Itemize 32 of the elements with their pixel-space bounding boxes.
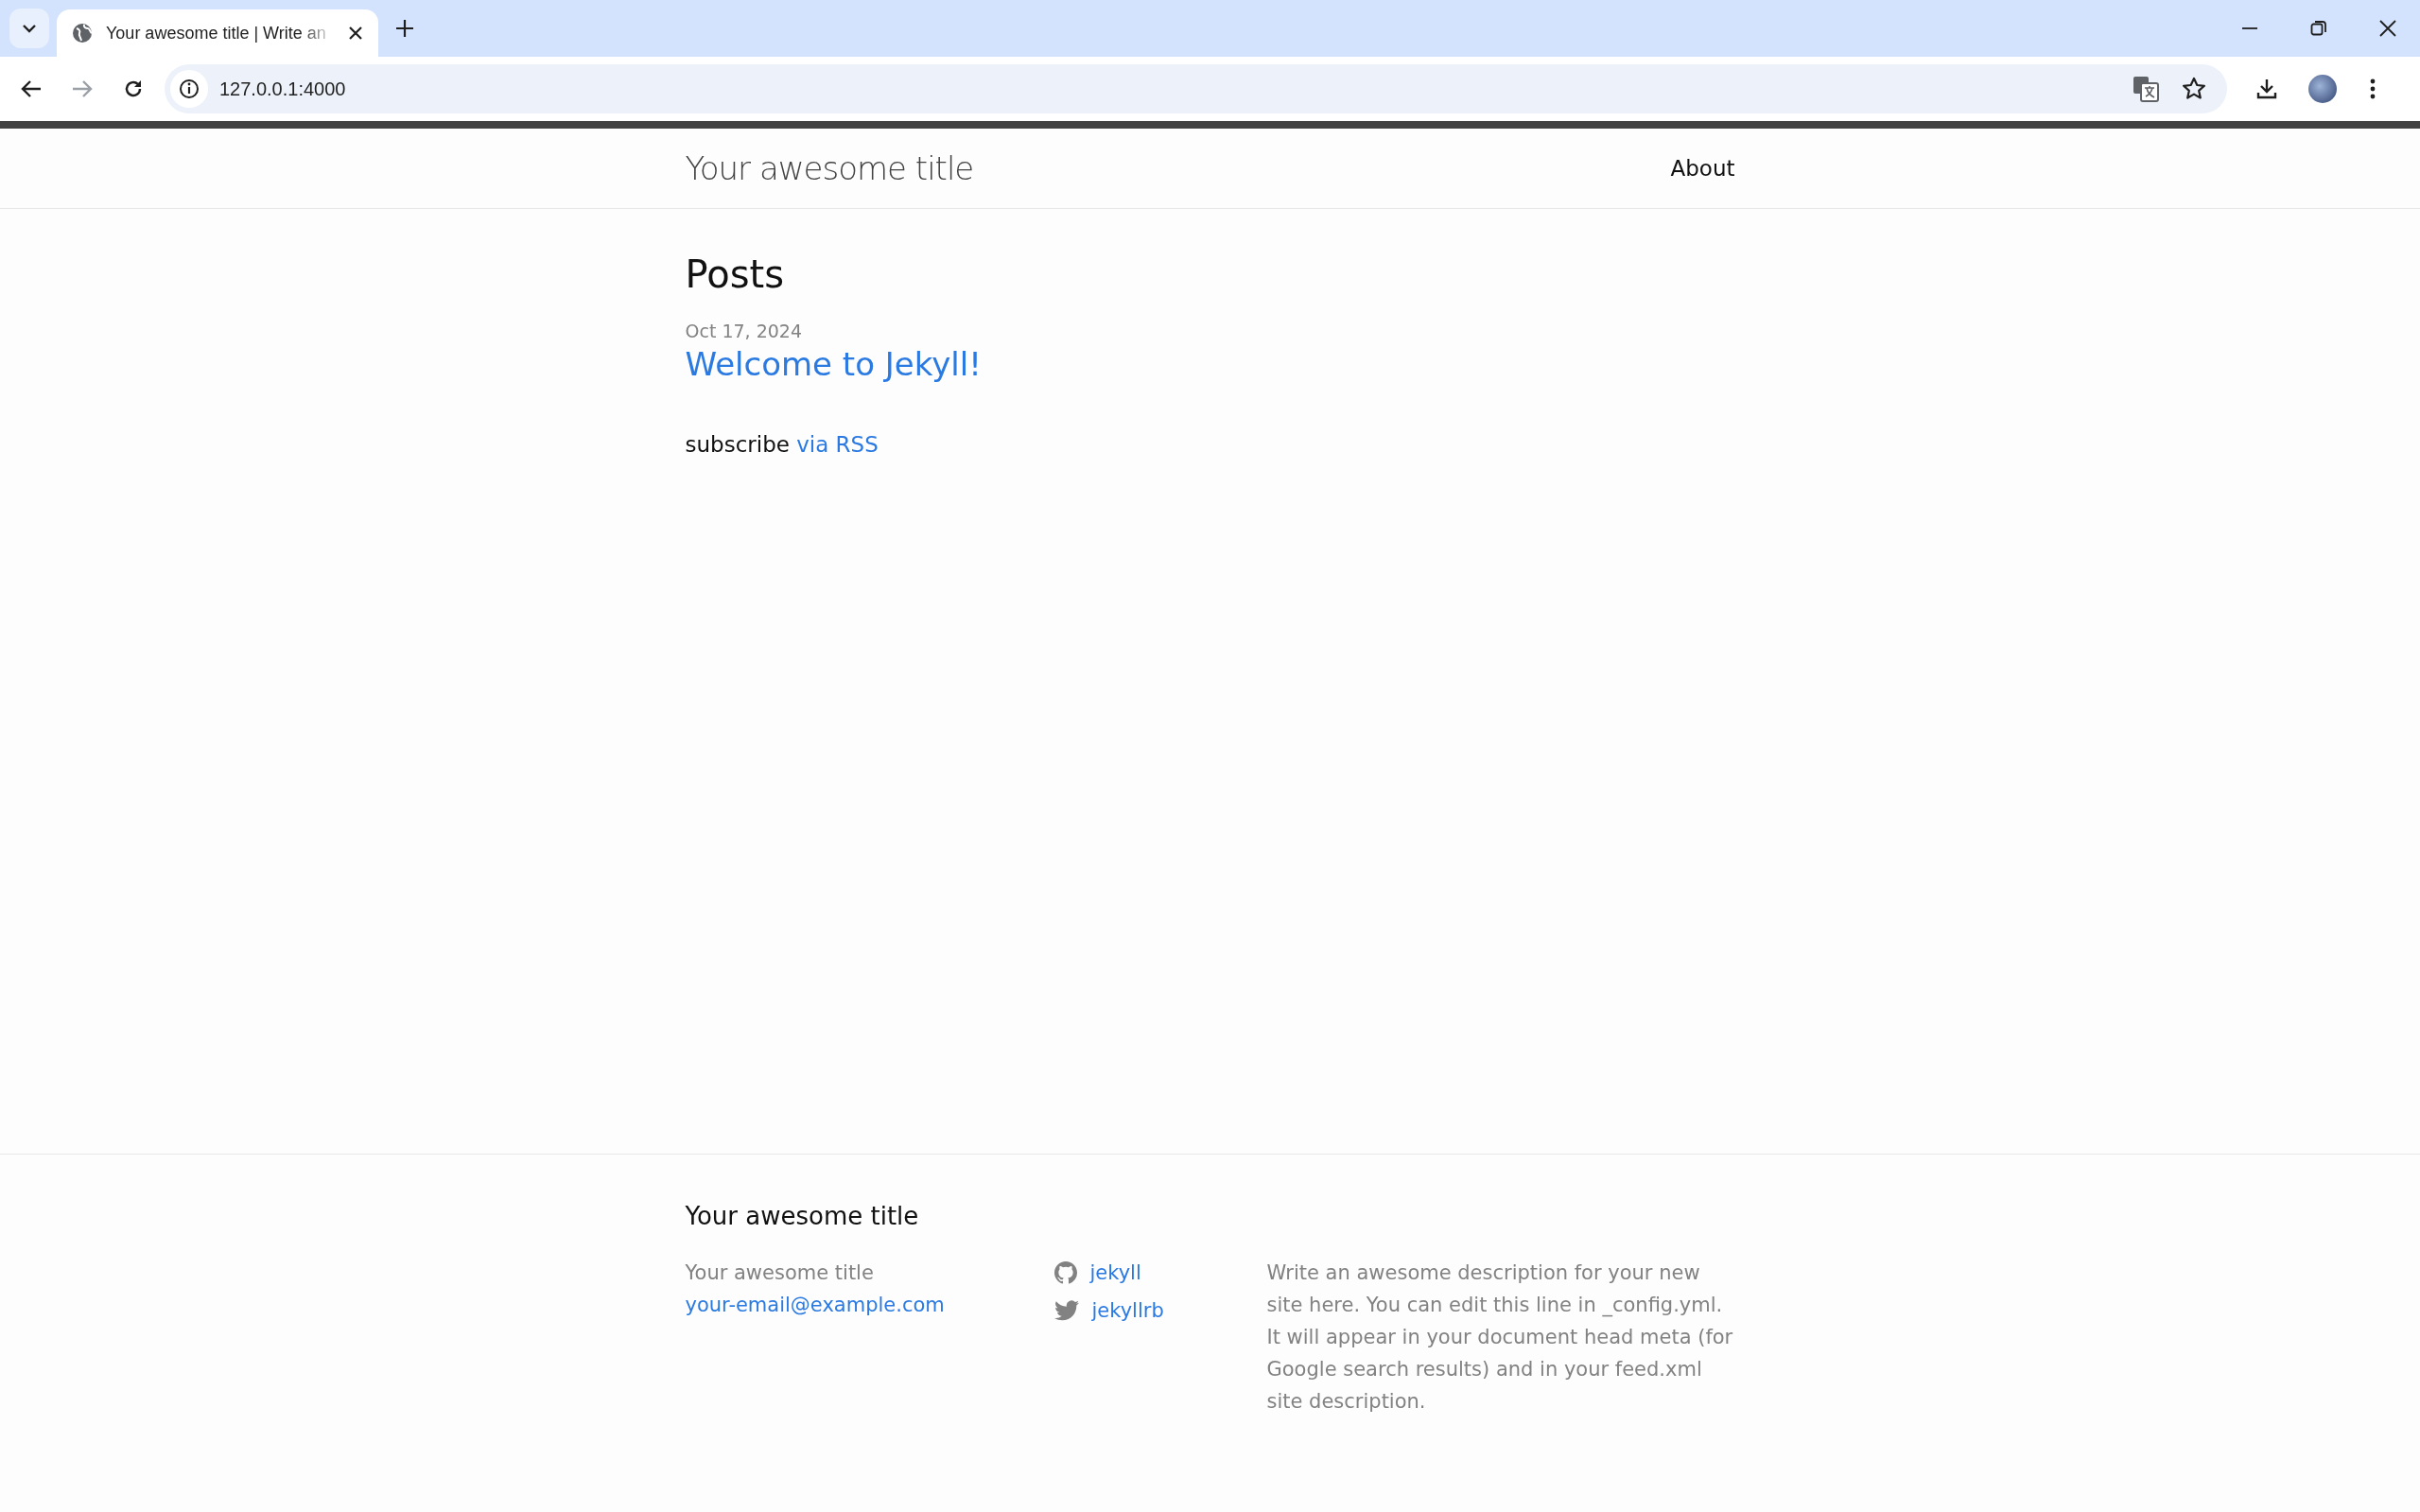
- email-link[interactable]: your-email@example.com: [685, 1289, 945, 1321]
- tab-search-button[interactable]: [9, 9, 49, 48]
- bird-icon: [1053, 1300, 1079, 1321]
- back-arrow-icon[interactable]: [21, 79, 42, 98]
- reload-icon[interactable]: [123, 78, 144, 99]
- star-icon[interactable]: [2182, 77, 2206, 101]
- github-icon: [1053, 1261, 1077, 1284]
- rss-link[interactable]: via RSS: [796, 432, 879, 457]
- site-title-link[interactable]: Your awesome title: [685, 149, 974, 187]
- translate-icon[interactable]: [2133, 76, 2159, 102]
- more-menu-icon[interactable]: [2369, 78, 2376, 100]
- globe-icon: [72, 23, 93, 43]
- site-description: Write an awesome description for your new site here. You can edit this line in _config.yml. It will appear in your document head meta (for Google search results) and in your feed.xml site description.: [1266, 1260, 1734, 1415]
- profile-avatar[interactable]: [2308, 75, 2337, 103]
- new-tab-icon[interactable]: [395, 19, 414, 38]
- browser-tab[interactable]: Your awesome title | Write an: [57, 9, 378, 57]
- close-icon[interactable]: [348, 26, 363, 41]
- posts-heading: Posts: [685, 252, 786, 296]
- caret-icon: [22, 24, 37, 33]
- social-link[interactable]: jekyll: [1053, 1257, 1141, 1289]
- address-bar[interactable]: 127.0.0.1:4000: [165, 64, 2227, 113]
- post-date: Oct 17, 2024: [685, 321, 803, 341]
- close-icon[interactable]: [2379, 20, 2396, 37]
- restore-icon[interactable]: [2310, 20, 2327, 37]
- footer-heading: Your awesome title: [685, 1202, 920, 1230]
- info-icon[interactable]: [179, 78, 200, 99]
- subscribe-text: subscribe: [685, 432, 790, 457]
- footer-site-name: Your awesome title: [685, 1260, 874, 1286]
- nav-link[interactable]: About: [1670, 156, 1735, 181]
- social-link[interactable]: jekyllrb: [1053, 1295, 1164, 1327]
- post-title-link[interactable]: Welcome to Jekyll!: [685, 345, 1735, 383]
- download-icon[interactable]: [2255, 78, 2278, 100]
